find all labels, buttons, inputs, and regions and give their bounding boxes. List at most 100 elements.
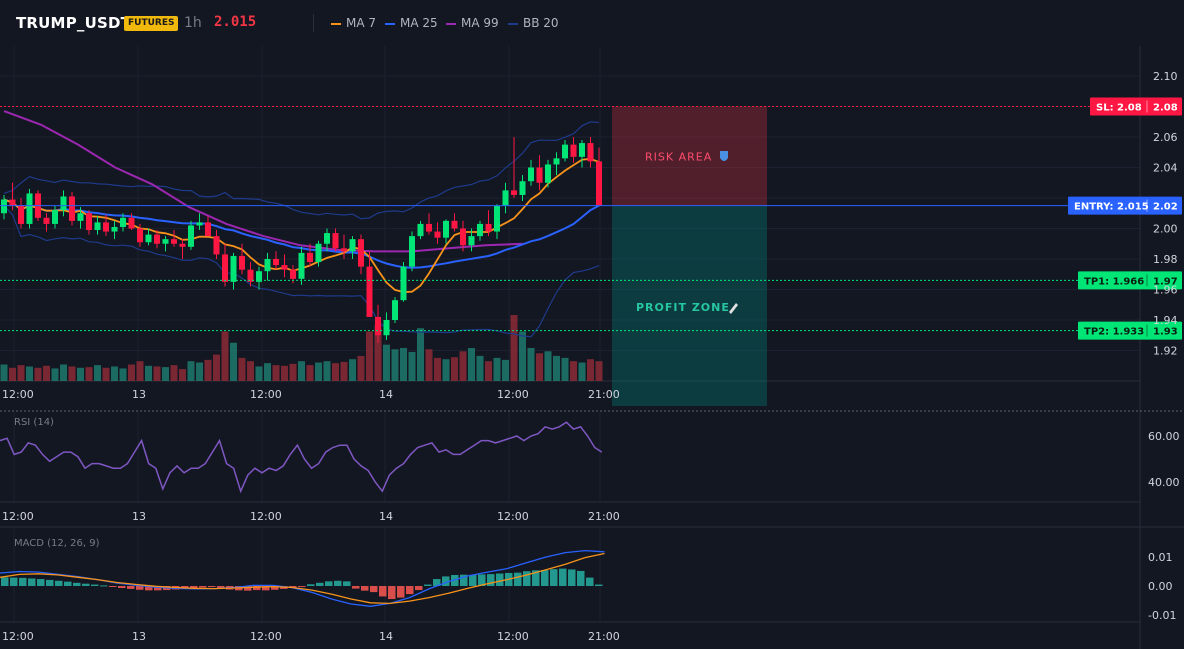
volume-bar: [111, 366, 118, 381]
volume-bar: [366, 331, 373, 381]
candle-body: [392, 300, 398, 320]
sl-level-tag: SL: 2.08 2.08: [1090, 97, 1182, 116]
candle-body: [188, 225, 194, 247]
macd-histogram-bar: [1, 577, 9, 586]
macd-histogram-bar: [541, 570, 549, 586]
candle-body: [69, 196, 75, 221]
candle-body: [349, 239, 356, 252]
candle-body: [281, 265, 288, 270]
time-tick-label: 21:00: [588, 510, 620, 523]
volume-bar: [578, 362, 586, 381]
volume-bar: [502, 359, 509, 381]
macd-title: MACD (12, 26, 9): [14, 538, 100, 549]
candle-body: [264, 259, 271, 272]
time-tick-label: 14: [379, 510, 393, 523]
candle-body: [43, 217, 50, 224]
candle-body: [120, 217, 126, 227]
volume-bar: [510, 315, 518, 381]
candle-body: [332, 233, 339, 249]
candle-body: [18, 205, 24, 224]
candle-body: [383, 320, 390, 336]
volume-bar: [544, 351, 552, 381]
time-tick-label: 12:00: [2, 388, 34, 401]
candle-body: [562, 144, 568, 159]
candle-body: [273, 259, 279, 266]
tp2-tag-label: TP2: 1.933: [1084, 327, 1144, 338]
macd-histogram-bar: [496, 573, 504, 586]
candle-body: [162, 239, 169, 244]
volume-bar: [77, 367, 84, 381]
time-tick-label: 12:00: [497, 510, 529, 523]
macd-histogram-bar: [550, 569, 558, 586]
time-tick-label: 12:00: [497, 630, 529, 643]
macd-histogram-bar: [334, 580, 342, 586]
macd-histogram-bar: [127, 586, 135, 589]
volume-bar: [349, 359, 356, 381]
volume-bar: [357, 355, 365, 381]
volume-bar: [204, 359, 212, 381]
volume-bar: [213, 354, 220, 381]
candle-body: [154, 234, 160, 244]
volume-bar: [408, 351, 416, 381]
candle-body: [426, 223, 432, 232]
macd-histogram-bar: [361, 586, 369, 591]
candle-body: [77, 213, 84, 221]
time-tick-label: 14: [379, 630, 393, 643]
volume-bar: [383, 344, 390, 381]
price-tick-label: 2.04: [1153, 162, 1178, 175]
macd-histogram-bar: [19, 577, 27, 586]
macd-histogram-bar: [343, 581, 351, 586]
candle-body: [315, 243, 322, 263]
bb-upper-line: [3, 121, 600, 220]
rsi-tick-label: 60.00: [1148, 430, 1180, 443]
candle-body: [366, 266, 373, 317]
price-tick-label: 1.92: [1153, 345, 1178, 358]
macd-histogram-bar: [298, 586, 306, 587]
candle-body: [290, 269, 296, 279]
volume-bar: [221, 331, 229, 381]
macd-histogram-bar: [316, 582, 324, 586]
candle-body: [137, 228, 143, 243]
time-tick-label: 12:00: [250, 388, 282, 401]
candle-body: [443, 220, 449, 238]
rsi-title: RSI (14): [14, 417, 54, 428]
volume-bar: [187, 361, 195, 381]
candle-body: [128, 217, 135, 229]
macd-histogram-bar: [91, 584, 99, 586]
price-tick-label: 2.06: [1153, 131, 1178, 144]
risk-area-label: RISK AREA: [645, 151, 712, 164]
macd-tick-label: -0.01: [1148, 609, 1176, 622]
candle-body: [460, 228, 466, 246]
macd-histogram-bar: [208, 586, 216, 587]
candle-body: [596, 161, 602, 206]
macd-histogram-bar: [397, 586, 405, 598]
volume-bar: [145, 365, 152, 381]
macd-histogram-bar: [199, 586, 207, 588]
volume-bar: [536, 353, 543, 381]
volume-bar: [468, 348, 475, 381]
macd-histogram-bar: [469, 574, 477, 586]
sl-tag-label: SL: 2.08: [1096, 103, 1142, 114]
macd-histogram-bar: [424, 584, 432, 586]
candle-body: [409, 236, 415, 267]
volume-bar: [595, 361, 603, 381]
candle-body: [570, 144, 577, 157]
volume-bar: [60, 364, 67, 381]
time-tick-label: 12:00: [2, 510, 34, 523]
candle-body: [86, 213, 92, 231]
volume-bar: [170, 365, 178, 381]
volume-bar: [493, 357, 501, 381]
volume-bar: [298, 361, 305, 381]
candle-body: [205, 222, 211, 237]
macd-histogram-bar: [100, 585, 108, 587]
volume-bar: [561, 357, 569, 381]
candle-body: [1, 199, 7, 214]
chart-canvas[interactable]: SL: 2.08 2.08 ENTRY: 2.015 2.02 TP1: 1.966 1.…: [0, 0, 1184, 649]
macd-histogram-bar: [514, 572, 522, 586]
candle-body: [111, 226, 118, 232]
candle-body: [222, 254, 228, 282]
volume-bar: [272, 365, 280, 381]
macd-tick-label: 0.01: [1148, 551, 1173, 564]
volume-bar: [519, 331, 526, 381]
volume-bar: [476, 355, 484, 381]
